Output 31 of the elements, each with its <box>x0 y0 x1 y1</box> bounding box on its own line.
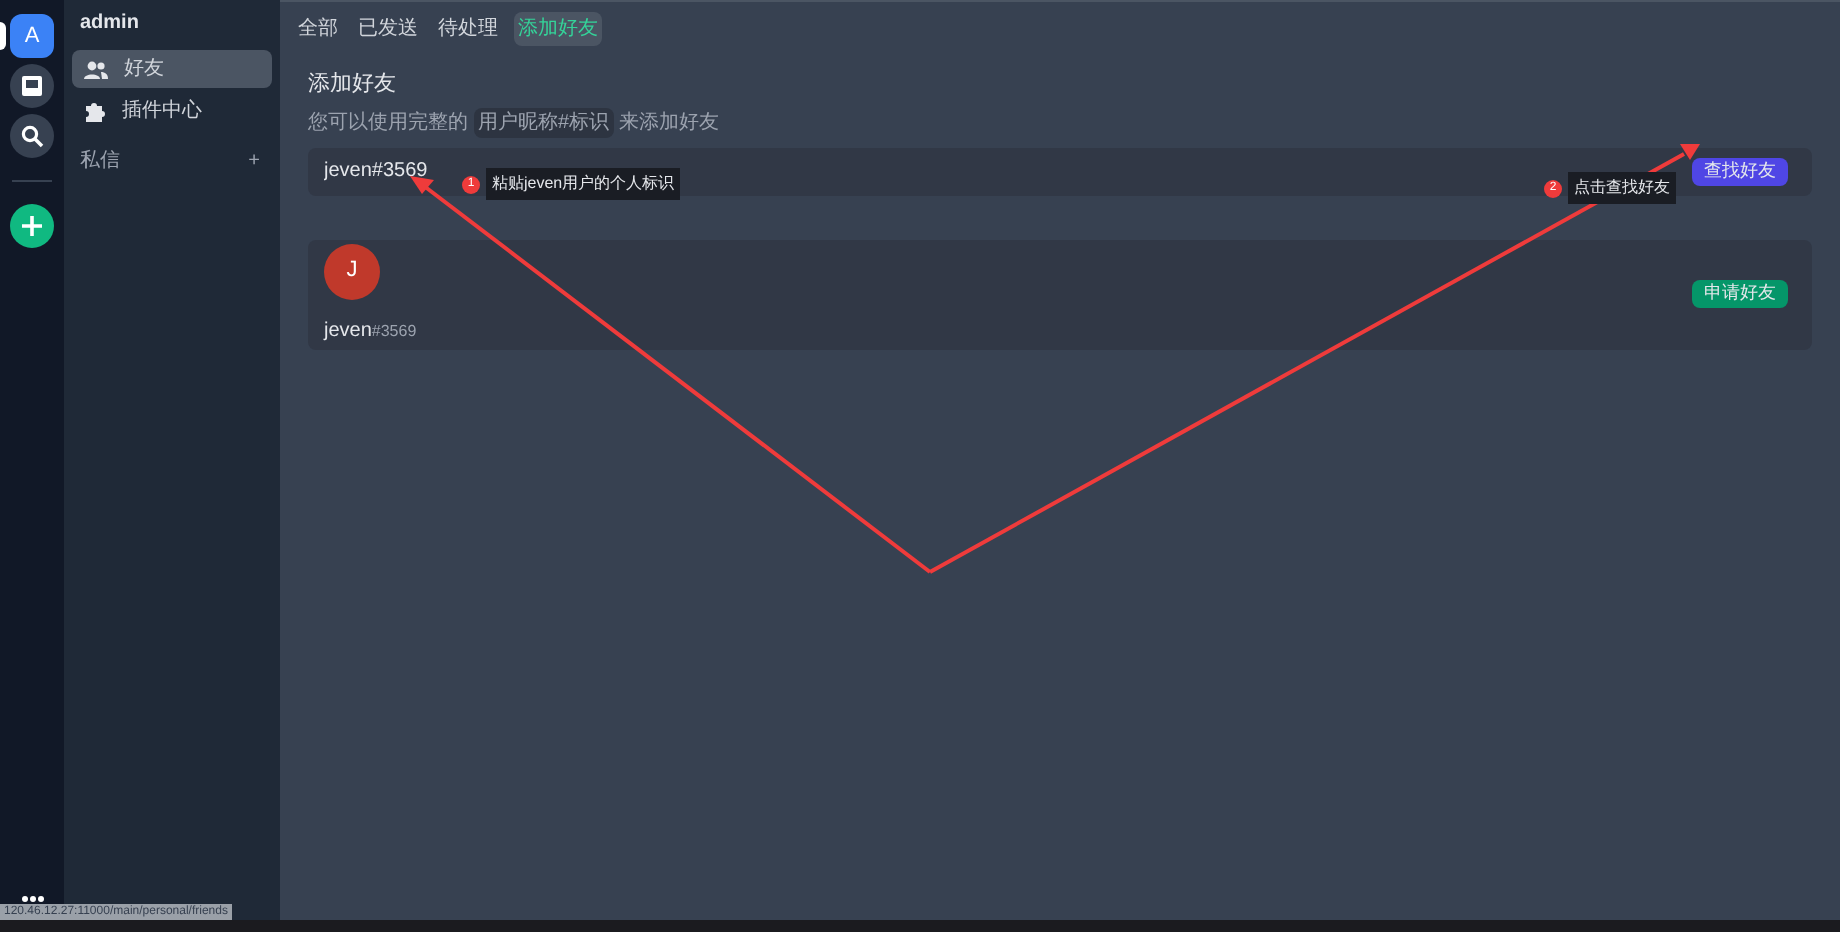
hint-text: 来添加好友 <box>619 109 720 137</box>
inbox-button[interactable] <box>10 64 54 108</box>
search-icon <box>20 124 44 148</box>
sidebar-item[interactable]: 插件中心 <box>72 92 272 130</box>
hint-code: 用户昵称#标识 <box>474 107 614 137</box>
avatar-button[interactable]: A <box>10 14 54 58</box>
add-server-button[interactable] <box>10 204 54 248</box>
callout-label: 点击查找好友 <box>1568 172 1676 204</box>
people-icon <box>84 59 108 79</box>
friend-id-field[interactable]: jeven#3569 <box>324 156 436 186</box>
user-tag: #3569 <box>371 319 417 343</box>
plus-icon <box>22 216 42 236</box>
callout-label: 粘贴jeven用户的个人标识 <box>486 168 681 200</box>
tab[interactable]: 待处理 <box>434 11 502 45</box>
find-friend-button[interactable]: 查找好友 <box>1692 157 1788 185</box>
puzzle-icon <box>84 100 106 122</box>
section-title: 添加好友 <box>308 70 398 100</box>
request-friend-button[interactable]: 申请好友 <box>1692 280 1788 308</box>
inbox-icon <box>20 74 44 98</box>
tab[interactable]: 已发送 <box>354 11 422 45</box>
search-button[interactable] <box>10 114 54 158</box>
hint-text: 您可以使用完整的 <box>308 109 468 137</box>
add-dm-button[interactable]: + <box>244 146 264 176</box>
tab[interactable]: 全部 <box>294 11 342 45</box>
user-name: admin <box>78 9 141 37</box>
more-button[interactable] <box>19 894 45 904</box>
tab[interactable]: 添加好友 <box>514 11 602 45</box>
user-avatar: J <box>324 243 380 299</box>
sidebar-item[interactable]: 好友 <box>72 50 272 88</box>
section-label: 私信 <box>80 148 120 176</box>
user-name: jeven <box>324 317 372 345</box>
